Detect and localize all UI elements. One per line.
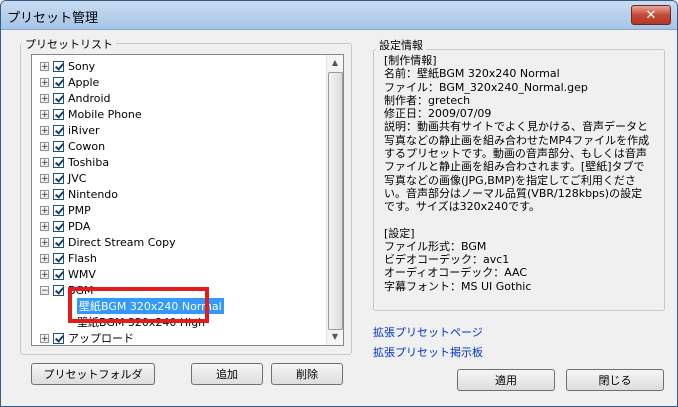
- tree-item[interactable]: + Apple: [32, 74, 99, 90]
- extension-preset-board-link[interactable]: 拡張プリセット掲示板: [373, 344, 483, 360]
- tree-item[interactable]: + Nintendo: [32, 186, 118, 202]
- checkbox[interactable]: [53, 188, 64, 200]
- close-icon: ✕: [645, 7, 657, 23]
- tree-item[interactable]: + Direct Stream Copy: [32, 234, 176, 250]
- title-bar[interactable]: プリセット管理 ✕: [1, 1, 677, 30]
- info-line: [設定]: [384, 226, 415, 240]
- expand-icon[interactable]: +: [40, 61, 49, 71]
- checkbox[interactable]: [53, 236, 64, 248]
- info-line: ファイル：BGM_320x240_Normal.gep: [384, 80, 588, 94]
- checkbox[interactable]: [53, 76, 64, 88]
- info-line: オーディオコーデック：AAC: [384, 266, 528, 280]
- expand-icon[interactable]: +: [40, 333, 49, 343]
- tree-item-label: Sony: [68, 59, 96, 73]
- checkbox[interactable]: [53, 60, 64, 72]
- checkbox[interactable]: [53, 252, 64, 264]
- settings-info-label: 設定情報: [376, 37, 426, 53]
- tree-item[interactable]: + iRiver: [32, 122, 100, 138]
- expand-icon[interactable]: +: [40, 237, 49, 247]
- info-line: 修正日：2009/07/09: [384, 107, 492, 121]
- checkbox[interactable]: [53, 140, 64, 152]
- tree-item-label: WMV: [68, 267, 96, 281]
- settings-info-text: [制作情報] 名前：壁紙BGM 320x240 Normal ファイル：BGM_32…: [384, 54, 650, 293]
- tree-scrollbar[interactable]: ▲ ▼: [326, 55, 343, 345]
- info-line: ファイル形式：BGM: [384, 239, 487, 253]
- tree-item-label: アップロード: [68, 332, 134, 345]
- close-button[interactable]: 閉じる: [566, 369, 664, 391]
- expand-icon[interactable]: +: [40, 77, 49, 87]
- expand-icon[interactable]: +: [40, 205, 49, 215]
- expand-icon[interactable]: +: [40, 253, 49, 263]
- tree-item[interactable]: + Cowon: [32, 138, 105, 154]
- info-line: 説明：動画共有サイトでよく見かける、音声データと写真などの静止画を組み合わせたM…: [384, 120, 650, 214]
- tree-item-label: Toshiba: [68, 155, 110, 169]
- expand-icon[interactable]: +: [40, 173, 49, 183]
- checkbox[interactable]: [53, 156, 64, 168]
- info-line: [384, 214, 650, 227]
- info-line: 制作者：gretech: [384, 93, 471, 107]
- checkbox[interactable]: [53, 284, 64, 296]
- tree-item[interactable]: + PMP: [32, 202, 91, 218]
- collapse-icon[interactable]: −: [40, 285, 49, 295]
- add-button[interactable]: 追加: [191, 363, 263, 385]
- preset-list-label: プリセットリスト: [22, 36, 116, 52]
- expand-icon[interactable]: +: [40, 93, 49, 103]
- tree-item[interactable]: + PDA: [32, 218, 90, 234]
- tree-item[interactable]: + JVC: [32, 170, 86, 186]
- tree-item-label: Nintendo: [68, 187, 119, 201]
- checkbox[interactable]: [53, 92, 64, 104]
- tree-item-label: Cowon: [68, 139, 106, 153]
- tree-item-label: JVC: [68, 171, 87, 185]
- preset-folder-button[interactable]: プリセットフォルダ: [31, 363, 155, 385]
- checkbox[interactable]: [53, 268, 64, 280]
- tree-item[interactable]: + WMV: [32, 266, 96, 282]
- checkbox[interactable]: [53, 220, 64, 232]
- extension-preset-page-link[interactable]: 拡張プリセットページ: [373, 324, 483, 340]
- expand-icon[interactable]: +: [40, 109, 49, 119]
- scroll-up-icon[interactable]: ▲: [327, 55, 343, 71]
- expand-icon[interactable]: +: [40, 125, 49, 135]
- tree-item[interactable]: + Mobile Phone: [32, 106, 142, 122]
- checkbox[interactable]: [53, 124, 64, 136]
- close-window-button[interactable]: ✕: [631, 5, 671, 25]
- tree-item[interactable]: + Flash: [32, 250, 97, 266]
- checkbox[interactable]: [53, 332, 64, 344]
- tree-item-label: Mobile Phone: [68, 107, 142, 121]
- checkbox[interactable]: [53, 108, 64, 120]
- checkbox[interactable]: [53, 204, 64, 216]
- expand-icon[interactable]: +: [40, 189, 49, 199]
- info-line: [制作情報]: [384, 54, 437, 67]
- scroll-down-icon[interactable]: ▼: [327, 329, 343, 345]
- tree-item[interactable]: + Toshiba: [32, 154, 109, 170]
- info-line: ビデオコーデック：avc1: [384, 253, 510, 267]
- tree-item[interactable]: + Android: [32, 90, 111, 106]
- expand-icon[interactable]: +: [40, 269, 49, 279]
- expand-icon[interactable]: +: [40, 141, 49, 151]
- info-line: 名前：壁紙BGM 320x240 Normal: [384, 67, 560, 81]
- preset-manager-window: プリセット管理 ✕ プリセットリスト ▲ ▼ + Sony + Apple + Andro…: [0, 0, 678, 407]
- expand-icon[interactable]: +: [40, 221, 49, 231]
- tree-item-label: PMP: [68, 203, 91, 217]
- tree-item-label: PDA: [68, 219, 91, 233]
- tree-item-label: Android: [68, 91, 111, 105]
- apply-button[interactable]: 適用: [457, 369, 555, 391]
- scroll-thumb[interactable]: [328, 72, 343, 330]
- expand-icon[interactable]: +: [40, 157, 49, 167]
- tree-item[interactable]: + アップロード: [32, 330, 134, 345]
- selection-highlight-annotation: [68, 287, 209, 323]
- delete-button[interactable]: 削除: [271, 363, 343, 385]
- tree-item[interactable]: + Sony: [32, 58, 95, 74]
- tree-item-label: Apple: [68, 75, 100, 89]
- info-line: 字幕フォント：MS UI Gothic: [384, 279, 532, 293]
- tree-item-label: Direct Stream Copy: [68, 235, 176, 249]
- checkbox[interactable]: [53, 172, 64, 184]
- tree-item-label: iRiver: [68, 123, 100, 137]
- tree-item-label: Flash: [68, 251, 97, 265]
- window-title: プリセット管理: [7, 11, 99, 26]
